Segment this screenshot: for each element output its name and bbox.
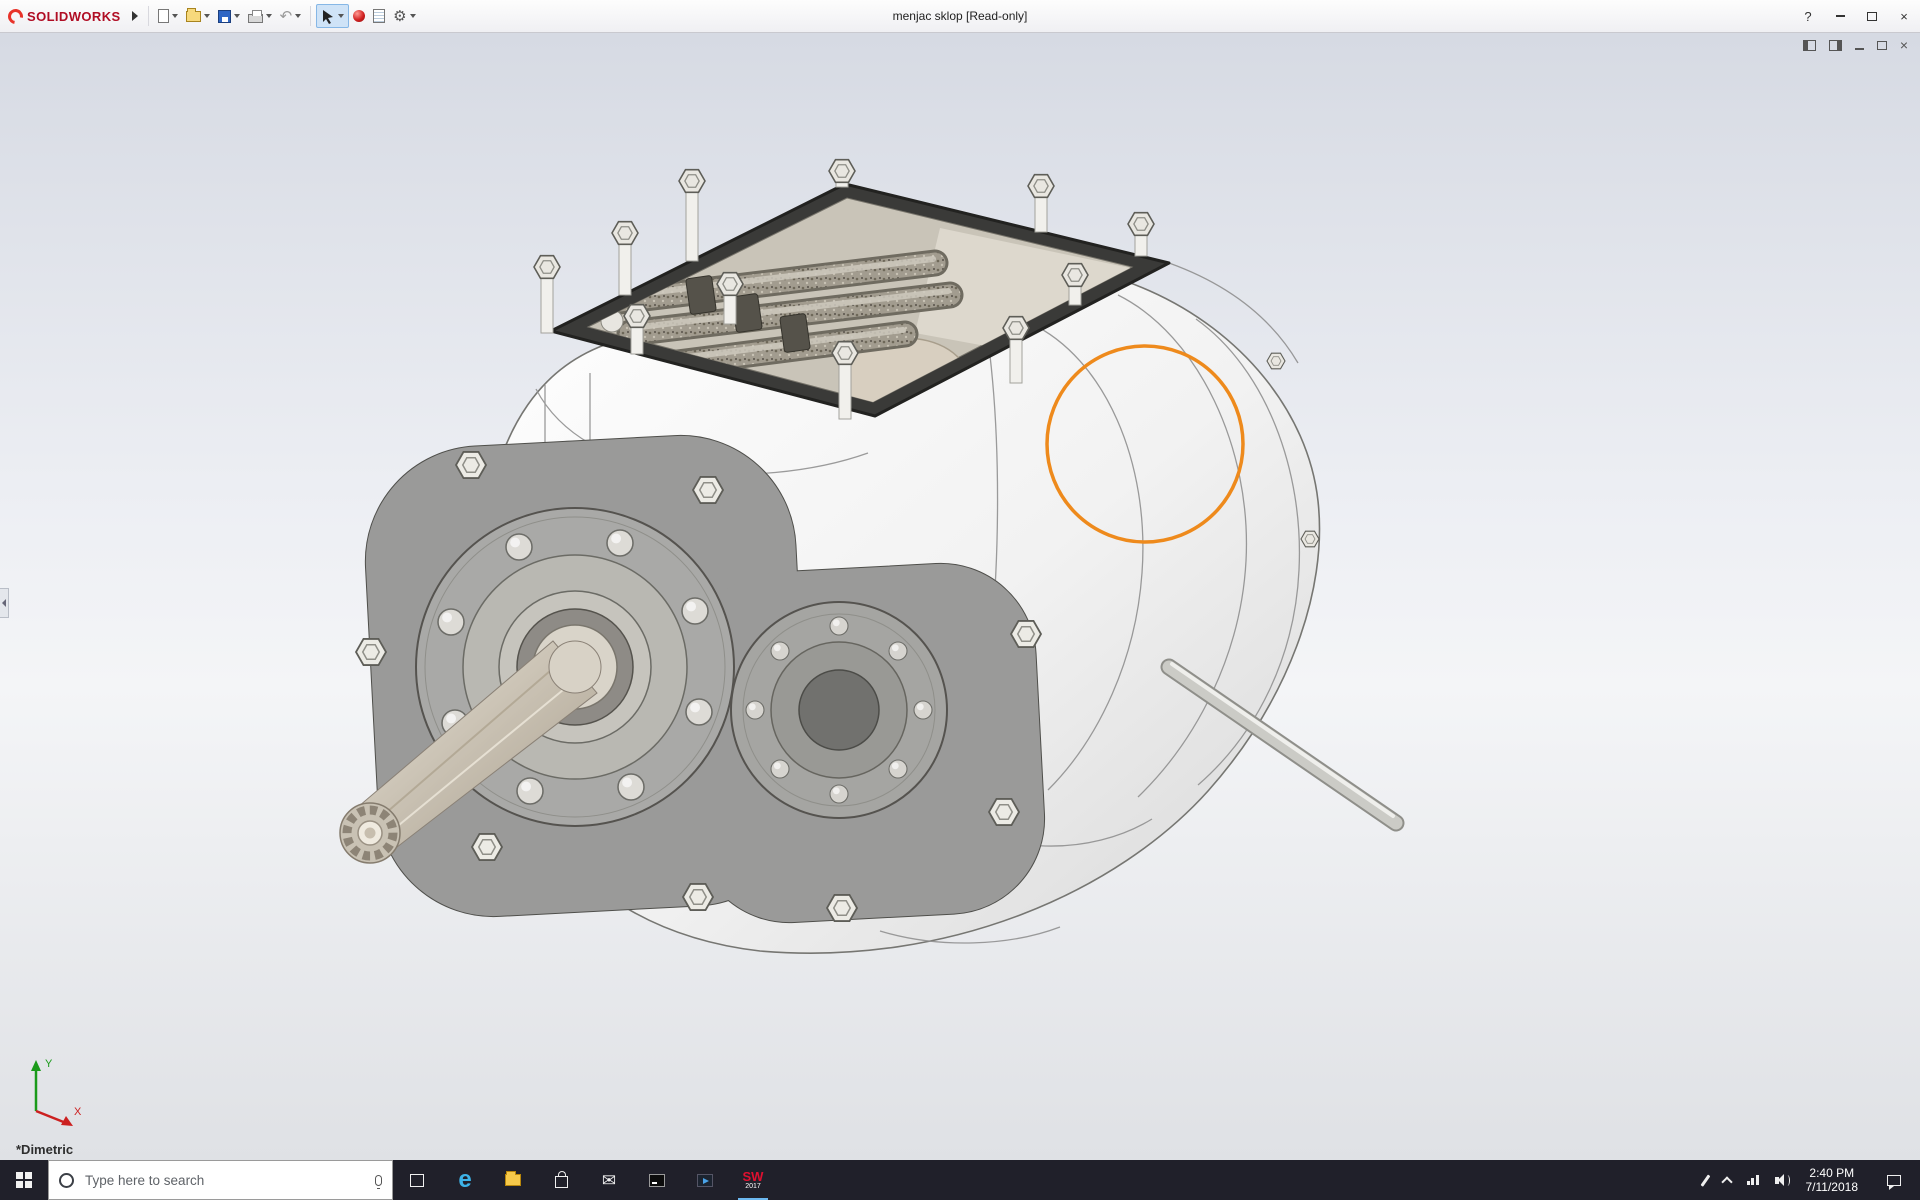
mail-icon: ✉ <box>601 1170 617 1190</box>
mail-button[interactable]: ✉ <box>585 1160 633 1200</box>
doc-close-icon[interactable]: × <box>1900 38 1908 52</box>
open-folder-icon <box>185 7 201 22</box>
chevron-down-icon <box>203 14 210 18</box>
save-icon <box>217 9 231 23</box>
select-cursor-icon <box>323 9 334 24</box>
undo-icon: ↶ <box>279 7 293 25</box>
task-view-icon <box>410 1173 424 1187</box>
app-titlebar: SOLIDWORKS ↶ ⚙ menjac sklop [Read-only] … <box>0 0 1920 33</box>
cortana-icon <box>59 1172 74 1188</box>
menu-expand-button[interactable] <box>127 6 143 26</box>
pane-left-icon[interactable] <box>1802 39 1816 51</box>
solidworks-app-button[interactable]: SW 2017 <box>729 1160 777 1200</box>
chevron-down-icon <box>409 14 416 18</box>
red-sphere-icon <box>353 10 366 22</box>
help-button[interactable]: ? <box>1792 0 1824 32</box>
toolbar-separator <box>310 6 312 26</box>
network-icon[interactable] <box>1746 1175 1759 1185</box>
edge-icon: e <box>458 1166 472 1193</box>
dassault-logo-icon <box>5 5 26 27</box>
file-explorer-icon <box>505 1171 521 1186</box>
chevron-down-icon <box>233 14 240 18</box>
action-center-button[interactable] <box>1874 1174 1914 1190</box>
start-button[interactable] <box>0 1160 48 1200</box>
app-button[interactable] <box>681 1160 729 1200</box>
windows-logo-icon <box>16 1172 32 1188</box>
chevron-down-icon <box>171 14 178 18</box>
sheet-options-button[interactable] <box>369 4 389 28</box>
clock-time: 2:40 PM <box>1809 1166 1855 1180</box>
task-view-button[interactable] <box>393 1160 441 1200</box>
pane-right-icon[interactable] <box>1828 39 1842 51</box>
chevron-up-icon[interactable] <box>1720 1175 1733 1188</box>
triad-y-label: Y <box>45 1058 53 1070</box>
chevron-down-icon <box>295 14 302 18</box>
settings-button[interactable]: ⚙ <box>389 4 419 28</box>
pen-icon[interactable] <box>1700 1173 1711 1187</box>
chevron-left-icon <box>2 599 6 607</box>
save-button[interactable] <box>214 4 244 28</box>
orientation-triad: Y X <box>31 1058 82 1126</box>
store-icon <box>554 1171 568 1188</box>
expand-arrow-icon <box>131 11 138 21</box>
sheet-icon <box>373 9 386 23</box>
close-button[interactable]: × <box>1888 0 1920 32</box>
system-tray: 2:40 PM 7/11/2018 <box>1700 1160 1920 1200</box>
view-orientation-label: *Dimetric <box>16 1142 74 1157</box>
solidworks-app-icon: SW 2017 <box>742 1169 764 1190</box>
side-cover-boss <box>730 601 948 819</box>
gear-icon: ⚙ <box>393 7 407 25</box>
edge-button[interactable]: e <box>441 1160 489 1200</box>
toolbar-separator <box>147 6 149 26</box>
print-button[interactable] <box>244 4 276 28</box>
taskbar-clock[interactable]: 2:40 PM 7/11/2018 <box>1806 1166 1859 1194</box>
window-controls: ? × <box>1792 0 1920 32</box>
document-title: menjac sklop [Read-only] <box>892 9 1028 23</box>
notification-icon <box>1887 1174 1901 1190</box>
doc-restore-icon[interactable] <box>1876 40 1887 50</box>
print-icon <box>247 9 263 23</box>
windows-taskbar: e ✉ SW 2017 2:40 PM 7/11/2018 <box>0 1160 1920 1200</box>
command-prompt-icon <box>649 1173 665 1187</box>
panel-collapse-tab[interactable] <box>0 588 9 618</box>
graphics-area[interactable]: × Y X *Dimetric <box>0 33 1920 1160</box>
triad-x-label: X <box>74 1106 82 1118</box>
file-explorer-button[interactable] <box>489 1160 537 1200</box>
store-button[interactable] <box>537 1160 585 1200</box>
appearance-button[interactable] <box>349 4 369 28</box>
chevron-down-icon <box>338 14 345 18</box>
maximize-button[interactable] <box>1856 0 1888 32</box>
document-window-controls: × <box>1802 38 1908 52</box>
solidworks-logo: SOLIDWORKS <box>5 5 127 27</box>
select-tool-button[interactable] <box>316 4 350 28</box>
doc-minimize-icon[interactable] <box>1854 48 1864 50</box>
taskbar-search[interactable] <box>48 1160 393 1200</box>
speaker-icon[interactable] <box>1774 1174 1790 1186</box>
gearbox-3d-model[interactable] <box>0 33 1920 1160</box>
undo-button[interactable]: ↶ <box>276 4 306 28</box>
search-input[interactable] <box>83 1171 366 1189</box>
minimize-icon <box>1835 15 1845 17</box>
brand-name: SOLIDWORKS <box>27 8 121 24</box>
minimize-button[interactable] <box>1824 0 1856 32</box>
pinned-apps: e ✉ SW 2017 <box>393 1160 777 1200</box>
cmd-button[interactable] <box>633 1160 681 1200</box>
new-file-button[interactable] <box>154 4 182 28</box>
open-file-button[interactable] <box>182 4 214 28</box>
new-file-icon <box>157 9 169 23</box>
app-icon <box>697 1173 713 1187</box>
chevron-down-icon <box>265 14 272 18</box>
microphone-icon[interactable] <box>375 1174 382 1189</box>
clock-date: 7/11/2018 <box>1805 1180 1859 1194</box>
maximize-icon <box>1867 11 1877 21</box>
